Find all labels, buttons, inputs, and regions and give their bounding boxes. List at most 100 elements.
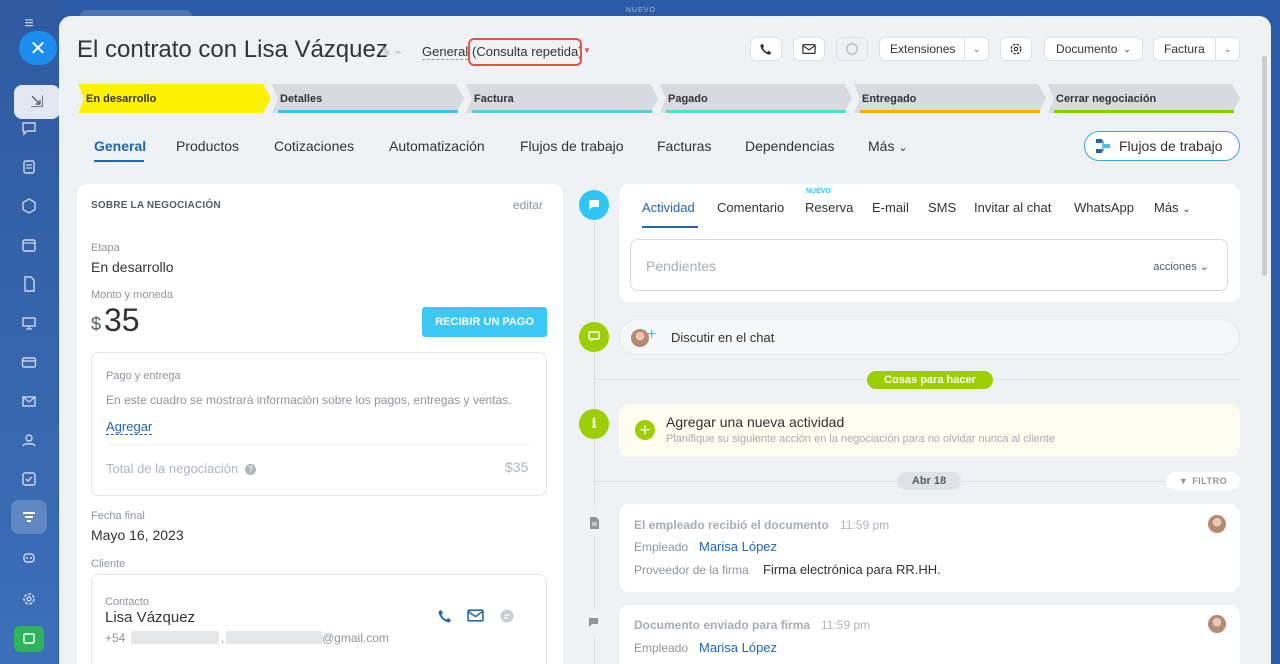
filter-button[interactable]: ▼ FILTRO [1166, 472, 1240, 490]
pending-input[interactable]: Pendientes acciones ⌄ [630, 239, 1228, 291]
tab-quotes[interactable]: Cotizaciones [274, 138, 354, 154]
stage-close-deal[interactable]: Cerrar negociación [1048, 84, 1240, 113]
mail-icon[interactable] [17, 389, 41, 413]
mail-icon[interactable] [467, 609, 484, 622]
chevron-down-icon: ⌄ [1182, 204, 1191, 215]
add-circle-icon[interactable]: + [635, 420, 655, 440]
actions-dropdown[interactable]: acciones ⌄ [1153, 260, 1209, 273]
phone-button[interactable] [750, 37, 782, 61]
chat-dot-icon [581, 610, 607, 636]
scrollbar[interactable] [1262, 56, 1267, 276]
chat-icon[interactable] [17, 116, 41, 140]
users-icon[interactable] [17, 428, 41, 452]
tab-general[interactable]: General [94, 138, 146, 154]
workflows-button[interactable]: Flujos de trabajo [1084, 131, 1240, 161]
tab-booking[interactable]: Reserva [805, 200, 853, 215]
tab-automation[interactable]: Automatización [389, 138, 485, 154]
tab-invite-chat[interactable]: Invitar al chat [974, 200, 1051, 215]
chat-dot-icon [579, 322, 609, 352]
help-icon[interactable]: ? [245, 464, 256, 475]
stage-invoice[interactable]: Factura [466, 84, 658, 113]
edit-link-icons[interactable]: ✎ ⌁ [381, 45, 402, 59]
tab-sms[interactable]: SMS [928, 200, 956, 215]
avatar[interactable] [1208, 615, 1226, 633]
top-new-label: NUEVO [626, 7, 656, 14]
settings-icon[interactable] [17, 587, 41, 611]
collapse-icon[interactable]: ⇲ [14, 85, 60, 119]
filter-icon: ▼ [1178, 476, 1189, 486]
tab-email[interactable]: E-mail [872, 200, 909, 215]
calendar-icon[interactable] [17, 233, 41, 257]
invoice-button[interactable]: Factura ⌄ [1153, 37, 1240, 61]
add-payment-link[interactable]: Agregar [106, 419, 153, 435]
chat-button[interactable] [836, 37, 868, 61]
chevron-down-icon[interactable]: ⌄ [964, 38, 988, 60]
avatar[interactable] [1208, 515, 1226, 533]
tab-more-label: Más [1154, 200, 1179, 215]
stage-label: Cerrar negociación [1056, 93, 1157, 105]
end-date-value: Mayo 16, 2023 [91, 527, 184, 543]
tab-products[interactable]: Productos [176, 138, 239, 154]
email-button[interactable] [793, 37, 825, 61]
stage-value: En desarrollo [91, 259, 174, 275]
pending-placeholder: Pendientes [646, 258, 717, 274]
comma: , [221, 631, 225, 645]
add-activity-card[interactable]: + Agregar una nueva actividad Planifique… [619, 404, 1240, 457]
card-icon[interactable] [17, 350, 41, 374]
activity-composer: Actividad Comentario NUEVO Reserva E-mai… [619, 184, 1240, 302]
close-slider-button[interactable]: ✕ [19, 31, 57, 65]
stage-details[interactable]: Detalles [272, 84, 464, 113]
tab-comment[interactable]: Comentario [717, 200, 784, 215]
tab-whatsapp[interactable]: WhatsApp [1074, 200, 1134, 215]
extensions-button[interactable]: Extensiones ⌄ [879, 37, 989, 61]
stage-delivered[interactable]: Entregado [854, 84, 1046, 113]
phone-icon [760, 43, 772, 55]
app-green-icon[interactable] [14, 626, 44, 652]
phone-icon[interactable] [437, 608, 453, 624]
stage-bar [278, 110, 458, 113]
client-label: Cliente [91, 558, 126, 570]
tasks-icon[interactable] [17, 155, 41, 179]
tab-more[interactable]: Más ⌄ [868, 138, 908, 154]
extensions-label: Extensiones [890, 42, 956, 56]
edit-link[interactable]: editar [513, 198, 543, 212]
robot-icon[interactable] [17, 545, 41, 569]
checkbox-icon[interactable] [17, 467, 41, 491]
event-time: 11:59 pm [821, 618, 871, 632]
active-tab-underline [94, 160, 144, 162]
plus-icon: + [647, 326, 657, 343]
hexagon-icon[interactable] [17, 194, 41, 218]
category-link[interactable]: General [422, 44, 469, 60]
event-employee-link[interactable]: Marisa López [699, 640, 777, 655]
event-card: El empleado recibió el documento 11:59 p… [619, 504, 1240, 592]
stage-label: Entregado [862, 93, 917, 105]
mail-icon [802, 44, 816, 54]
tab-activity[interactable]: Actividad [642, 200, 695, 215]
board-icon[interactable] [17, 311, 41, 335]
settings-button[interactable] [1000, 37, 1032, 61]
chat-icon[interactable] [499, 608, 515, 624]
chevron-down-icon[interactable]: ⌄ [1215, 38, 1239, 60]
receive-payment-button[interactable]: RECIBIR UN PAGO [422, 307, 547, 337]
section-title: SOBRE LA NEGOCIACIÓN [91, 200, 221, 211]
event-title: Documento enviado para firma [634, 618, 811, 632]
discuss-chat-row[interactable]: + Discutir en el chat [619, 319, 1240, 355]
chevron-down-icon[interactable]: ▼ [583, 46, 591, 55]
todo-title: Agregar una nueva actividad [666, 414, 845, 430]
stage-bar [860, 110, 1040, 113]
document-icon[interactable] [17, 272, 41, 296]
highlight-box [468, 38, 582, 66]
tab-more[interactable]: Más ⌄ [1154, 200, 1191, 215]
document-button[interactable]: Documento ⌄ [1044, 37, 1143, 61]
chevron-down-icon: ⌄ [1123, 43, 1131, 54]
stage-in-development[interactable]: En desarrollo [78, 84, 271, 113]
tab-invoices[interactable]: Facturas [657, 138, 711, 154]
event-employee-link[interactable]: Marisa López [699, 539, 777, 554]
stage-paid[interactable]: Pagado [660, 84, 852, 113]
filter-label: FILTRO [1192, 476, 1228, 486]
tab-workflows[interactable]: Flujos de trabajo [520, 138, 624, 154]
filter-funnel-icon[interactable] [17, 506, 41, 530]
tab-dependencies[interactable]: Dependencias [745, 138, 835, 154]
todo-pill: Cosas para hacer [867, 371, 993, 389]
contact-name[interactable]: Lisa Vázquez [105, 609, 195, 626]
